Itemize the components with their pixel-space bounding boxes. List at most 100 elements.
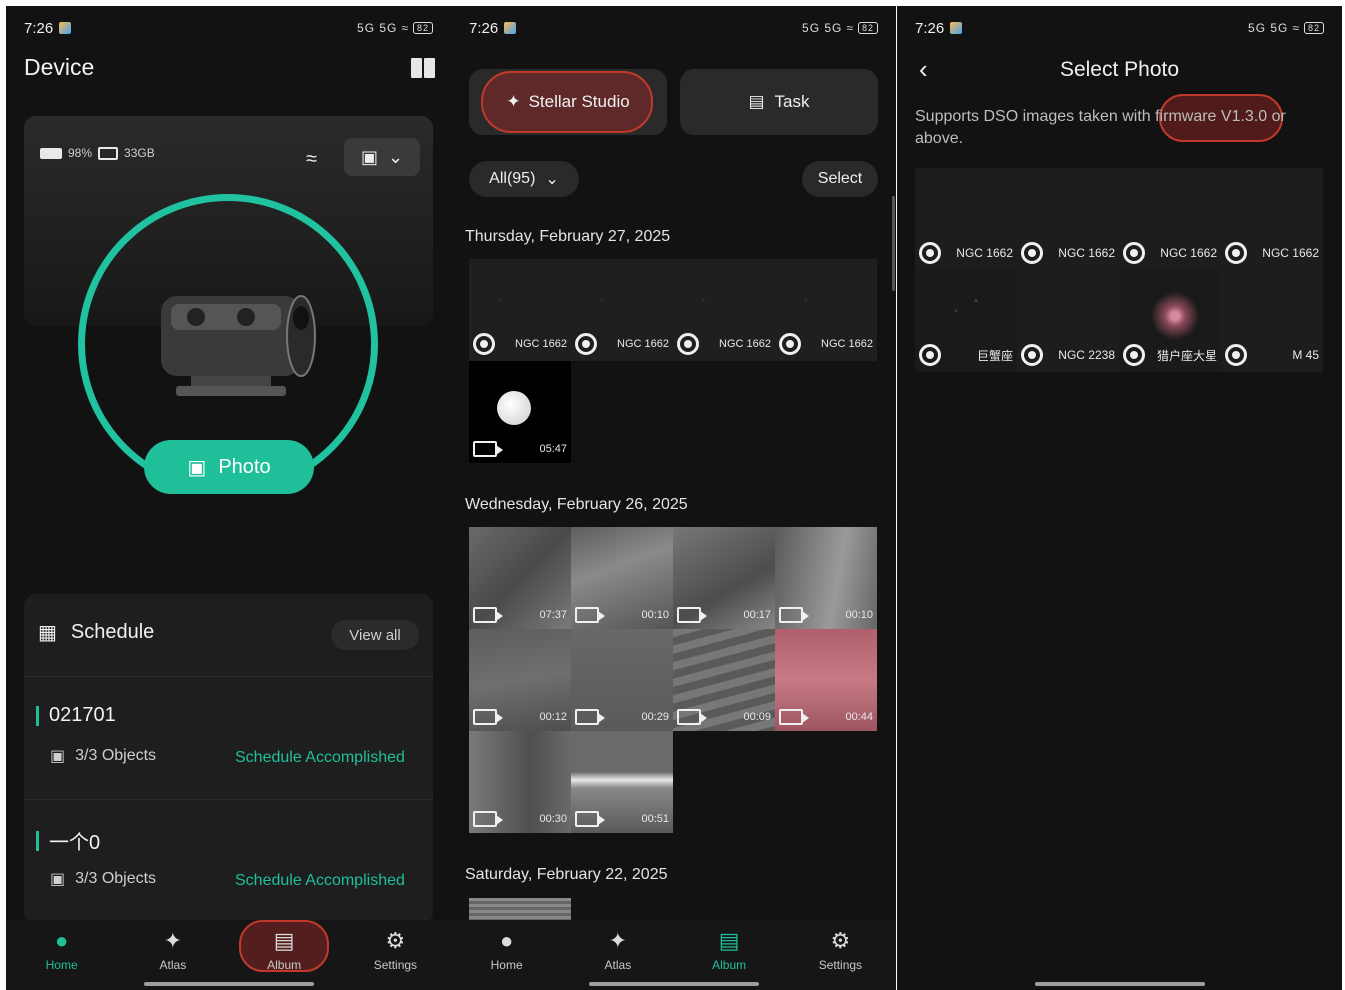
video-duration: 00:10 bbox=[845, 609, 873, 621]
date-header: Thursday, February 27, 2025 bbox=[465, 228, 671, 245]
astro-photo-icon bbox=[1123, 242, 1145, 264]
video-duration: 00:44 bbox=[845, 711, 873, 723]
nav-label: Album bbox=[712, 958, 747, 972]
book-icon[interactable] bbox=[411, 58, 435, 78]
selectable-photo[interactable]: 巨蟹座 bbox=[915, 270, 1017, 372]
date-header: Saturday, February 22, 2025 bbox=[465, 866, 668, 883]
astro-photo-icon bbox=[677, 333, 699, 355]
chevron-down-icon: ⌄ bbox=[387, 146, 404, 167]
stellar-studio-button[interactable]: ✦ Stellar Studio bbox=[469, 69, 667, 135]
album-video[interactable] bbox=[469, 898, 571, 920]
photo-label: NGC 2238 bbox=[1058, 348, 1115, 362]
album-photo[interactable]: NGC 1662 bbox=[673, 259, 775, 361]
home-indicator bbox=[1034, 982, 1205, 986]
astro-photo-icon bbox=[1021, 344, 1043, 366]
wifi-status-icon: ≈ bbox=[401, 21, 409, 35]
nav-album[interactable]: ▤ Album bbox=[684, 928, 774, 972]
photo-label: NGC 1662 bbox=[956, 246, 1013, 260]
date-header: Wednesday, February 26, 2025 bbox=[465, 496, 688, 513]
photo-label: NGC 1662 bbox=[719, 338, 771, 350]
signal-icon: 5G 5G bbox=[802, 21, 843, 35]
astro-photo-icon bbox=[1021, 242, 1043, 264]
objects-count: 3/3 Objects bbox=[75, 747, 157, 764]
album-screen: 7:26 5G 5G ≈82 ✦ Stellar Studio ▤ Task Al… bbox=[451, 6, 896, 990]
bottom-nav: ● Home ✦ Atlas ▤ Album ⚙ Settings bbox=[451, 920, 896, 990]
video-icon bbox=[473, 441, 503, 457]
album-photo[interactable]: NGC 1662 bbox=[775, 259, 877, 361]
device-screen: 7:26 5G 5G ≈82 Device 98% 33GB ≈ ▣ ⌄ ▣ Ph… bbox=[6, 6, 451, 990]
nav-settings[interactable]: ⚙ Settings bbox=[350, 928, 440, 972]
wifi-icon[interactable]: ≈ bbox=[306, 148, 317, 171]
nav-home[interactable]: ● Home bbox=[462, 928, 552, 972]
app-notification-icon bbox=[59, 22, 72, 34]
calendar-icon: ▦ bbox=[38, 622, 57, 644]
album-video[interactable]: 00:10 bbox=[571, 527, 673, 629]
photo-button[interactable]: ▣ Photo bbox=[144, 440, 314, 494]
battery-icon: 82 bbox=[412, 22, 433, 34]
photo-label: NGC 1662 bbox=[515, 338, 567, 350]
bottom-nav: ● Home ✦ Atlas ▤ Album ⚙ Settings bbox=[6, 920, 451, 990]
view-all-button[interactable]: View all bbox=[331, 620, 419, 650]
video-duration: 05:47 bbox=[539, 443, 567, 455]
album-grid: NGC 1662 NGC 1662 NGC 1662 NGC 1662 05:4… bbox=[469, 259, 877, 463]
album-video[interactable]: 00:30 bbox=[469, 731, 571, 833]
task-button[interactable]: ▤ Task bbox=[680, 69, 878, 135]
nav-atlas[interactable]: ✦ Atlas bbox=[128, 928, 218, 972]
schedule-item-objects: ▣ 3/3 Objects bbox=[50, 746, 156, 766]
video-duration: 00:17 bbox=[743, 609, 771, 621]
app-notification-icon bbox=[950, 22, 963, 34]
nav-label: Album bbox=[267, 958, 302, 972]
schedule-item-name-text: 021701 bbox=[49, 704, 116, 726]
album-video[interactable]: 00:44 bbox=[775, 629, 877, 731]
select-button[interactable]: Select bbox=[802, 161, 878, 197]
selectable-photo[interactable]: NGC 1662 bbox=[1119, 168, 1221, 270]
album-filter-dropdown[interactable]: All(95) ⌄ bbox=[469, 161, 579, 197]
device-selector[interactable]: ▣ ⌄ bbox=[344, 138, 420, 176]
sparkle-icon: ✦ bbox=[506, 92, 521, 111]
robot-icon: ▣ bbox=[360, 146, 378, 167]
task-list-icon: ▤ bbox=[748, 92, 765, 111]
filter-label: All(95) bbox=[489, 170, 536, 187]
battery-icon: 82 bbox=[1303, 22, 1324, 34]
nav-album[interactable]: ▤ Album bbox=[239, 920, 330, 972]
selectable-photo[interactable]: 猎户座大星 bbox=[1119, 270, 1221, 372]
nav-label: Atlas bbox=[159, 958, 187, 972]
image-icon: ▤ bbox=[273, 928, 295, 953]
album-video[interactable]: 00:09 bbox=[673, 629, 775, 731]
album-video[interactable]: 00:51 bbox=[571, 731, 673, 833]
album-photo[interactable]: NGC 1662 bbox=[571, 259, 673, 361]
video-duration: 00:51 bbox=[641, 813, 669, 825]
schedule-item-name[interactable]: 021701 bbox=[36, 704, 116, 727]
photo-label: NGC 1662 bbox=[617, 338, 669, 350]
wifi-status-icon: ≈ bbox=[846, 21, 854, 35]
selectable-photo[interactable]: M 45 bbox=[1221, 270, 1323, 372]
album-video[interactable]: 00:10 bbox=[775, 527, 877, 629]
schedule-item-name[interactable]: 一个0 bbox=[36, 826, 100, 855]
nav-atlas[interactable]: ✦ Atlas bbox=[573, 928, 663, 972]
album-photo[interactable]: NGC 1662 bbox=[469, 259, 571, 361]
video-duration: 00:30 bbox=[539, 813, 567, 825]
selectable-photo[interactable]: NGC 1662 bbox=[1221, 168, 1323, 270]
album-video[interactable]: 00:17 bbox=[673, 527, 775, 629]
album-video[interactable]: 07:37 bbox=[469, 527, 571, 629]
nav-settings[interactable]: ⚙ Settings bbox=[795, 928, 885, 972]
device-status-row: 98% 33GB bbox=[40, 146, 155, 160]
objects-icon: ▣ bbox=[50, 871, 66, 888]
album-video[interactable]: 00:29 bbox=[571, 629, 673, 731]
video-icon bbox=[779, 709, 809, 725]
selectable-photo[interactable]: NGC 1662 bbox=[1017, 168, 1119, 270]
astro-photo-icon bbox=[1225, 344, 1247, 366]
selectable-photo[interactable]: NGC 1662 bbox=[915, 168, 1017, 270]
schedule-item-name-text: 一个0 bbox=[49, 832, 101, 854]
status-time: 7:26 bbox=[915, 19, 945, 37]
nav-home[interactable]: ● Home bbox=[17, 928, 107, 972]
album-video[interactable]: 05:47 bbox=[469, 361, 571, 463]
video-icon bbox=[575, 709, 605, 725]
album-video[interactable]: 00:12 bbox=[469, 629, 571, 731]
nav-label: Home bbox=[490, 958, 523, 972]
selectable-photo[interactable]: NGC 2238 bbox=[1017, 270, 1119, 372]
video-icon bbox=[677, 607, 707, 623]
home-indicator bbox=[143, 982, 314, 986]
firmware-note: Supports DSO images taken with firmware … bbox=[915, 108, 1286, 147]
scrollbar[interactable] bbox=[892, 196, 895, 291]
